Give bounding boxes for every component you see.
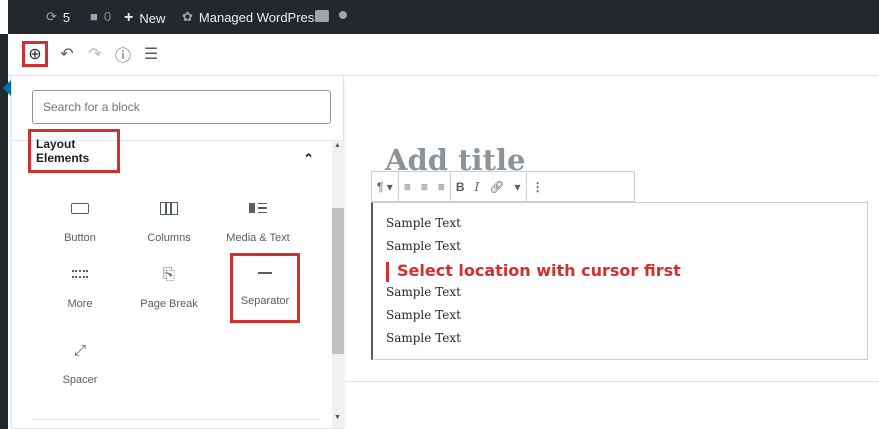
block-navigation-icon: ☰ xyxy=(143,46,159,63)
admin-bar: ⟳ 5 ■ 0 + New ✿ Managed WordPress xyxy=(8,0,879,34)
italic-icon: I xyxy=(474,179,480,194)
columns-icon xyxy=(125,196,213,220)
paragraph-block[interactable]: Sample Text Sample Text Select location … xyxy=(371,202,868,360)
scroll-up-arrow-icon[interactable]: ▲ xyxy=(334,142,341,149)
paragraph-type-button[interactable]: ¶ ▾ xyxy=(372,180,398,194)
block-inserter-button[interactable]: ⊕ xyxy=(22,41,48,67)
block-spacer[interactable]: ⤢ Spacer xyxy=(36,330,124,400)
editor-divider xyxy=(344,75,879,76)
bold-button[interactable]: B xyxy=(451,180,470,194)
more-options-button[interactable]: ⋮ xyxy=(527,180,549,194)
block-label: Spacer xyxy=(62,374,98,386)
align-center-button[interactable]: ≡ xyxy=(416,180,433,194)
align-left-icon: ≡ xyxy=(403,179,411,194)
block-separator[interactable]: Separator xyxy=(230,253,300,323)
plus-circle-icon: ⊕ xyxy=(28,46,42,63)
updates-menu[interactable]: ⟳ 5 xyxy=(46,9,70,25)
chevron-down-icon: ▾ xyxy=(386,179,393,194)
paragraph-icon: ¶ xyxy=(377,179,384,194)
redo-button[interactable]: ↷ xyxy=(84,42,106,66)
panel-scrollbar-thumb[interactable] xyxy=(332,208,344,354)
cursor-marker xyxy=(386,262,389,282)
align-right-icon: ≡ xyxy=(437,179,445,194)
paragraph-line: Sample Text xyxy=(386,216,461,230)
align-left-button[interactable]: ≡ xyxy=(399,180,416,194)
block-label: Media & Text xyxy=(226,232,290,244)
undo-button[interactable]: ↶ xyxy=(56,42,78,66)
chevron-down-icon: ▾ xyxy=(514,179,521,194)
paragraph-line: Sample Text xyxy=(386,285,461,299)
chevron-up-icon: ⌃ xyxy=(303,151,314,166)
link-icon: 🔗︎ xyxy=(489,179,505,194)
comment-icon: ■ xyxy=(90,9,98,24)
italic-button[interactable]: I xyxy=(470,180,485,194)
comments-count: 0 xyxy=(103,9,112,24)
seo-status-dot-icon xyxy=(339,11,347,19)
seo-menu[interactable] xyxy=(315,9,347,22)
sidebar-collapse-arrow-icon[interactable] xyxy=(3,80,11,96)
block-label: Button xyxy=(64,232,96,244)
panel-title: Layout Elements xyxy=(36,137,90,165)
separator-icon xyxy=(233,261,297,285)
more-vertical-icon: ⋮ xyxy=(531,179,544,194)
new-content-menu[interactable]: + New xyxy=(124,9,165,27)
managed-wordpress-menu[interactable]: ✿ Managed WordPress xyxy=(182,9,321,25)
block-search-input[interactable] xyxy=(32,90,331,124)
block-navigation-button[interactable]: ☰ xyxy=(140,42,162,66)
block-more[interactable]: More xyxy=(36,254,124,324)
plus-icon: + xyxy=(124,9,134,26)
seo-icon xyxy=(315,10,329,22)
new-label: New xyxy=(139,10,166,26)
paragraph-line: Sample Text xyxy=(386,239,461,253)
block-toolbar: ¶ ▾ ≡ ≡ ≡ B I 🔗︎ ▾ ⋮ xyxy=(371,171,635,202)
link-button[interactable]: 🔗︎ xyxy=(484,180,509,194)
block-inserter-panel: Layout Elements ⌃ Button Columns Media &… xyxy=(11,75,344,429)
more-icon xyxy=(36,262,124,286)
cursor-annotation: Select location with cursor first xyxy=(397,261,681,280)
paragraph-line: Sample Text xyxy=(386,308,461,322)
block-label: Separator xyxy=(240,295,290,307)
more-formats-button[interactable]: ▾ xyxy=(510,180,526,194)
panel-title-highlight: Layout Elements xyxy=(28,129,120,173)
redo-icon: ↷ xyxy=(88,46,102,63)
managed-label: Managed WordPress xyxy=(198,9,321,25)
block-label: More xyxy=(67,298,93,310)
block-button[interactable]: Button xyxy=(36,188,124,258)
align-right-button[interactable]: ≡ xyxy=(433,180,450,194)
block-columns[interactable]: Columns xyxy=(125,188,213,258)
gear-icon: ✿ xyxy=(182,9,193,24)
updates-count: 5 xyxy=(62,9,71,25)
align-center-icon: ≡ xyxy=(420,179,428,194)
search-wrapper xyxy=(32,90,331,124)
editor-divider xyxy=(344,381,879,382)
undo-icon: ↶ xyxy=(60,46,74,63)
editor-toolbar: ⊕ ↶ ↷ ⓘ ☰ xyxy=(8,34,879,76)
block-label: Page Break xyxy=(140,298,198,310)
page-break-icon: ⎘ xyxy=(162,265,175,283)
panel-bottom-divider xyxy=(32,419,320,420)
button-icon xyxy=(36,196,124,220)
content-info-button[interactable]: ⓘ xyxy=(112,42,134,66)
updates-icon: ⟳ xyxy=(46,9,57,24)
block-page-break[interactable]: ⎘ Page Break xyxy=(125,254,213,324)
block-label: Columns xyxy=(147,232,191,244)
comments-menu[interactable]: ■ 0 xyxy=(90,9,111,24)
scroll-down-arrow-icon[interactable]: ▼ xyxy=(334,414,341,421)
info-icon: ⓘ xyxy=(114,48,131,65)
layout-elements-panel-toggle[interactable]: Layout Elements ⌃ xyxy=(28,129,320,178)
block-media-text[interactable]: Media & Text xyxy=(214,188,302,258)
bold-icon: B xyxy=(455,179,465,194)
paragraph-line: Sample Text xyxy=(386,331,461,345)
spacer-icon: ⤢ xyxy=(73,341,86,359)
media-text-icon xyxy=(214,196,302,220)
